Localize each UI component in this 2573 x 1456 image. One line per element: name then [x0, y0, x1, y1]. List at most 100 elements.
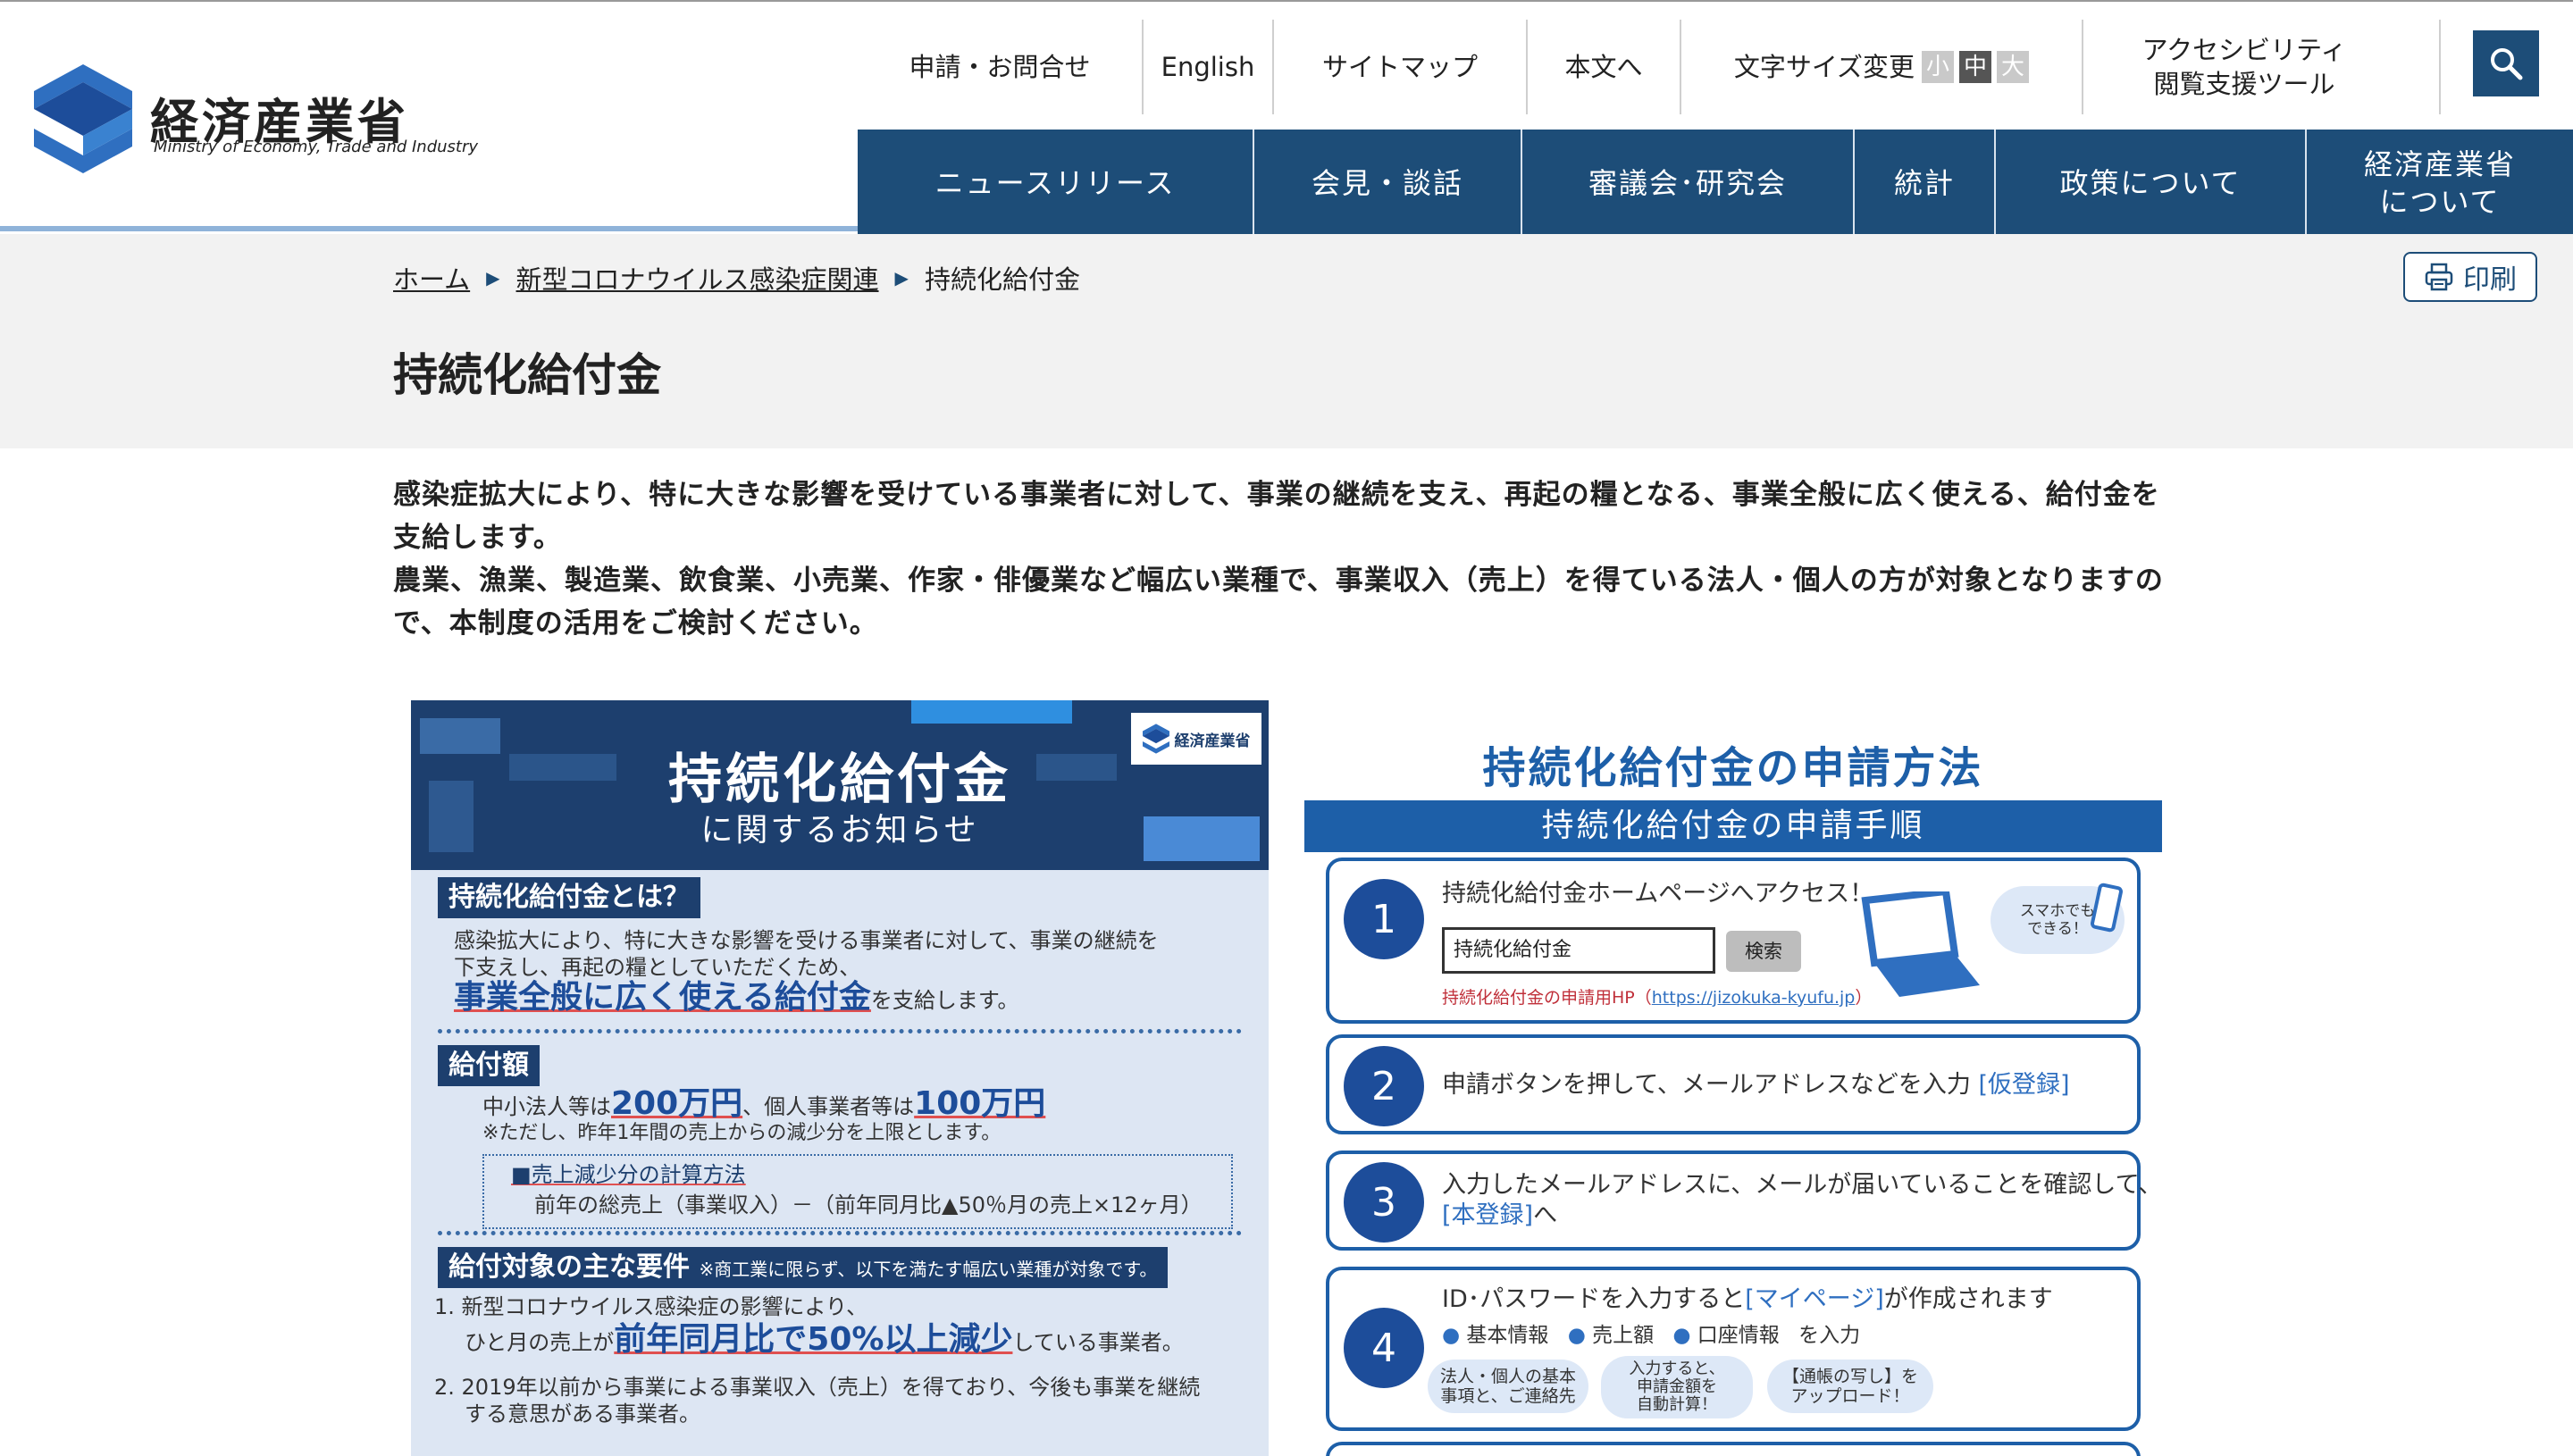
site-logo[interactable]: 経済産業省 Ministry of Economy, Trade and Ind… — [34, 64, 478, 180]
util-link-english[interactable]: English — [1144, 20, 1274, 114]
flyer-notice-image[interactable]: 持続化給付金 に関するお知らせ 経済産業省 持続化給付金とは？ 感染拡大により、… — [411, 700, 1269, 1456]
breadcrumb-separator-icon: ▶ — [486, 267, 500, 289]
step-text: 申請ボタンを押して、メールアドレスなどを入力 [仮登録] — [1442, 1070, 2070, 1100]
flyer-badge-label: 経済産業省 — [1174, 732, 1251, 750]
step4-text-pre: ID･パスワードを入力すると — [1442, 1285, 1746, 1313]
step4-text: ID･パスワードを入力すると[マイページ]が作成されます — [1442, 1284, 2053, 1315]
meti-logo-mark — [1142, 724, 1169, 754]
step1-url: https://jizokuka-kyufu.jp — [1651, 988, 1856, 1008]
flyer-req2-line1: 2. 2019年以前から事業による事業収入（売上）を得ており、今後も事業を継続 — [434, 1375, 1201, 1400]
gnav-label: 政策について — [2059, 166, 2242, 200]
font-size-large-button[interactable]: 大 — [1997, 51, 2030, 83]
step3-tag: [本登録] — [1442, 1201, 1534, 1229]
font-size-small-button[interactable]: 小 — [1922, 51, 1955, 83]
gnav-label: 会見・談話 — [1311, 166, 1463, 200]
gnav-label-line2: について — [2379, 185, 2501, 219]
breadcrumb-covid-link[interactable]: 新型コロナウイルス感染症関連 — [516, 259, 879, 297]
breadcrumb-home-link[interactable]: ホーム — [393, 259, 470, 297]
flyer-apply-bar: 持続化給付金の申請手順 — [1304, 800, 2162, 852]
flyer-amount-pre: 中小法人等は — [482, 1094, 611, 1119]
font-size-medium-button[interactable]: 中 — [1959, 51, 1992, 83]
logo-text-en: Ministry of Economy, Trade and Industry — [154, 138, 479, 156]
flyer-req1-line1: 1. 新型コロナウイルス感染症の影響により、 — [434, 1294, 868, 1319]
apply-step-1: 1 持続化給付金ホームページへアクセス！ 持続化給付金 検索 持続化給付金の申請… — [1326, 858, 2141, 1024]
flyer-section-what: 持続化給付金とは？ — [438, 877, 700, 918]
accessibility-tool-link[interactable]: アクセシビリティ 閲覧支援ツール — [2083, 20, 2405, 114]
title-band: ホーム ▶ 新型コロナウイルス感染症関連 ▶ 持続化給付金 印刷 持続化給付金 — [0, 234, 2573, 448]
intro-text: 感染症拡大により、特に大きな影響を受けている事業者に対して、事業の継続を支え、再… — [393, 473, 2171, 645]
print-button[interactable]: 印刷 — [2403, 252, 2537, 302]
step4-bubble-basic: 法人・個人の基本 事項と、ご連絡先 — [1428, 1360, 1588, 1413]
page-title: 持続化給付金 — [393, 349, 661, 401]
bullet-icon: ● — [1567, 1324, 1586, 1347]
flyer-req1-big: 前年同月比で50%以上減少 — [614, 1321, 1013, 1358]
search-icon — [2491, 48, 2523, 80]
flyer-meti-badge: 経済産業省 — [1131, 713, 1261, 765]
flyer-sec1-line1: 感染拡大により、特に大きな影響を受ける事業者に対して、事業の継続を — [454, 928, 1159, 953]
gnav-press-conference[interactable]: 会見・談話 — [1254, 130, 1522, 237]
step-number: 3 — [1344, 1162, 1424, 1243]
smartphone-icon — [2091, 883, 2123, 933]
util-link-skip-to-content[interactable]: 本文へ — [1528, 20, 1681, 114]
gnav-label: 審議会･研究会 — [1588, 166, 1787, 200]
gnav-statistics[interactable]: 統計 — [1855, 130, 1996, 237]
flyer-amount-corp: 200万円 — [611, 1085, 743, 1122]
step-number: 2 — [1344, 1046, 1424, 1126]
step4-item: 口座情報 — [1697, 1324, 1780, 1347]
meti-logo-mark — [34, 64, 132, 173]
flyer-sec3-title: 給付対象の主な要件 — [448, 1251, 690, 1283]
step4-bubble-calc: 入力すると、 申請金額を 自動計算！ — [1601, 1356, 1753, 1418]
flyer-amount-indiv: 100万円 — [914, 1085, 1046, 1122]
flyer-req1-pre: ひと月の売上が — [465, 1330, 615, 1355]
step-number: 1 — [1344, 879, 1424, 959]
intro-paragraph-1: 感染症拡大により、特に大きな影響を受けている事業者に対して、事業の継続を支え、再… — [393, 479, 2160, 554]
site-header: 経済産業省 Ministry of Economy, Trade and Ind… — [0, 0, 2573, 237]
flyer-divider — [438, 1029, 1242, 1033]
util-link-sitemap[interactable]: サイトマップ — [1274, 20, 1528, 114]
step3-tail: へ — [1533, 1201, 1558, 1229]
gnav-councils[interactable]: 審議会･研究会 — [1522, 130, 1855, 237]
apply-step-3: 3 入力したメールアドレスに、メールが届いていることを確認して、 [本登録]へ — [1326, 1151, 2162, 1251]
font-size-switcher: 文字サイズ変更 小 中 大 — [1681, 20, 2083, 114]
flyer-sec3-note: ※商工業に限らず、以下を満たす幅広い業種が対象です。 — [699, 1259, 1158, 1280]
breadcrumb-current: 持続化給付金 — [924, 264, 1080, 295]
breadcrumb: ホーム ▶ 新型コロナウイルス感染症関連 ▶ 持続化給付金 — [393, 259, 1080, 297]
step4-bubble-upload: 【通帳の写し】を アップロード！ — [1767, 1360, 1933, 1413]
util-link-contact[interactable]: 申請・お問合せ — [858, 20, 1144, 114]
util-divider — [2439, 20, 2441, 114]
flyer-req1-line2: ひと月の売上が前年同月比で50%以上減少している事業者。 — [465, 1320, 1184, 1362]
search-button[interactable] — [2473, 30, 2539, 96]
flyer-sec1-line2: 下支えし、再起の糧としていただくため、 — [454, 955, 861, 980]
flyer-req2-line2: する意思がある事業者。 — [465, 1402, 700, 1427]
step-text: 持続化給付金ホームページへアクセス！ — [1442, 880, 1874, 908]
flyer-application-method-image[interactable]: 持続化給付金の申請方法 持続化給付金の申請手順 1 持続化給付金ホームページへア… — [1304, 700, 2162, 1456]
apply-step-2: 2 申請ボタンを押して、メールアドレスなどを入力 [仮登録] — [1326, 1034, 2141, 1134]
step4-tag: [マイページ] — [1745, 1285, 1884, 1313]
gnav-policies[interactable]: 政策について — [1996, 130, 2307, 237]
flyer-amount-mid: 、個人事業者等は — [742, 1094, 915, 1119]
step4-tail: が作成されます — [1883, 1285, 2053, 1313]
gnav-news-release[interactable]: ニュースリリース — [858, 130, 1254, 237]
illustration-search-button: 検索 — [1726, 931, 1801, 972]
flyer-deco — [911, 700, 1072, 724]
flyer-amount-note: ※ただし、昨年1年間の売上からの減少分を上限とします。 — [482, 1122, 1002, 1144]
gnav-label-line1: 経済産業省 — [2363, 147, 2516, 181]
flyer-calc-formula: 前年の総売上（事業収入）－（前年同月比▲50％月の売上×12ヶ月） — [534, 1192, 1203, 1218]
step3-text-line2: [本登録]へ — [1442, 1201, 1557, 1231]
flyer-calc-title: ■売上減少分の計算方法 — [511, 1162, 746, 1187]
step3-text: 入力したメールアドレスに、メールが届いていることを確認して、 — [1442, 1171, 2162, 1199]
gnav-label: 統計 — [1893, 166, 1955, 200]
printer-icon — [2425, 263, 2453, 291]
print-label: 印刷 — [2463, 264, 2517, 296]
flyer-apply-title: 持続化給付金の申請方法 — [1482, 743, 1984, 793]
bullet-icon: ● — [1672, 1324, 1691, 1347]
gnav-about-meti[interactable]: 経済産業省 について — [2307, 130, 2573, 237]
flyer-divider — [438, 1231, 1242, 1235]
gnav-label: ニュースリリース — [934, 166, 1176, 200]
util-link-label: 申請・お問合せ — [909, 52, 1091, 82]
flyer-sec1-tail: を支給します。 — [870, 988, 1019, 1013]
flyer-sec1-big: 事業全般に広く使える給付金 — [454, 979, 871, 1016]
breadcrumb-separator-icon: ▶ — [894, 267, 909, 289]
flyer-calc-box: ■売上減少分の計算方法 前年の総売上（事業収入）－（前年同月比▲50％月の売上×… — [482, 1154, 1233, 1229]
util-link-label: サイトマップ — [1321, 52, 1478, 82]
